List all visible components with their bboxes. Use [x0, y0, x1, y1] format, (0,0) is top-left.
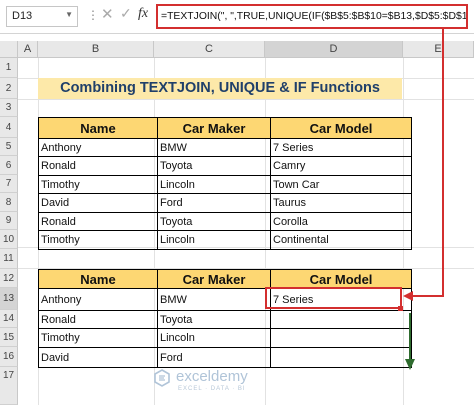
formula-callout-arrow-line	[412, 29, 444, 297]
exceldemy-logo-icon	[154, 369, 170, 387]
watermark-tagline: EXCEL · DATA · BI	[178, 386, 246, 392]
watermark-brand: exceldemy	[176, 368, 248, 385]
annotation-overlay	[403, 29, 444, 370]
formula-callout-arrowhead	[403, 291, 413, 301]
fill-down-arrowhead	[405, 359, 415, 370]
